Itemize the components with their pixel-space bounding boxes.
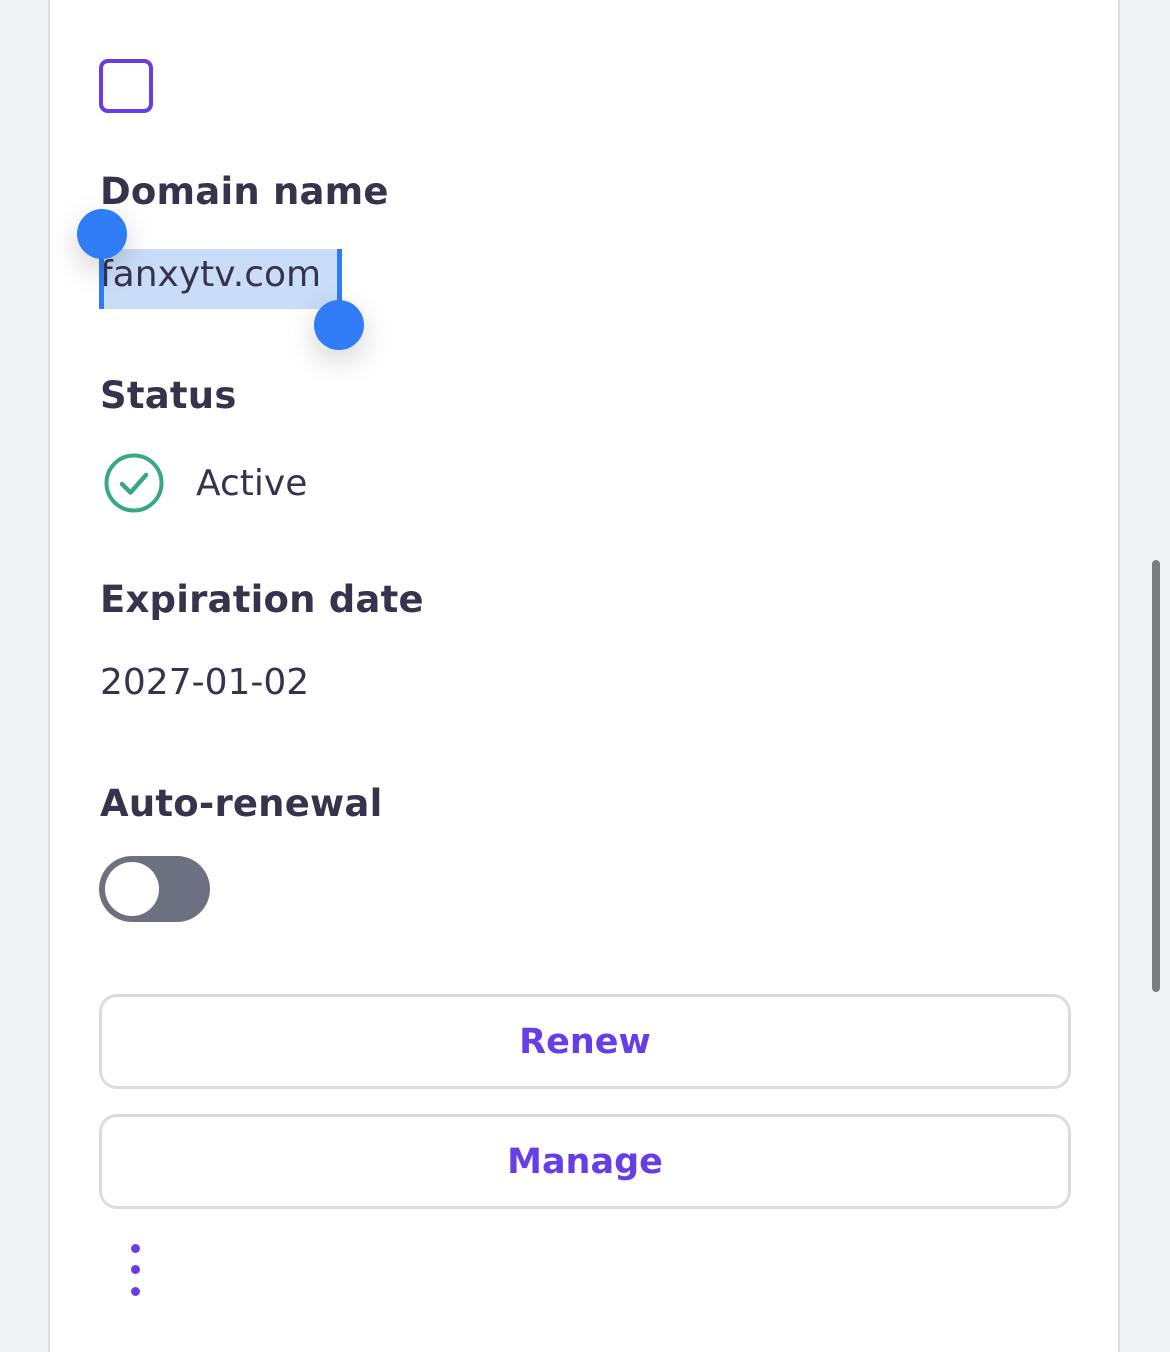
manage-button[interactable]: Manage	[99, 1114, 1071, 1209]
auto-renewal-toggle[interactable]	[99, 856, 210, 922]
more-dot	[131, 1287, 140, 1296]
status-indicator: Active	[104, 453, 307, 513]
status-label: Status	[100, 374, 237, 417]
toggle-knob	[105, 862, 159, 916]
page: Domain name fanxytv.com Status Active Ex…	[0, 0, 1170, 1352]
auto-renewal-label: Auto-renewal	[100, 782, 383, 825]
select-domain-checkbox[interactable]	[99, 59, 153, 113]
domain-name-label: Domain name	[100, 170, 389, 213]
status-value: Active	[196, 462, 308, 504]
expiration-date-value: 2027-01-02	[100, 662, 310, 703]
check-circle-icon	[104, 453, 164, 513]
more-vertical-icon[interactable]	[118, 1238, 152, 1304]
more-dot	[131, 1244, 140, 1253]
domain-name-value[interactable]: fanxytv.com	[100, 254, 321, 295]
more-dot	[131, 1265, 140, 1274]
selection-start-handle[interactable]	[77, 209, 127, 259]
renew-button[interactable]: Renew	[99, 994, 1071, 1089]
expiration-date-label: Expiration date	[100, 578, 424, 621]
selection-end-handle[interactable]	[314, 300, 364, 350]
vertical-scrollbar[interactable]	[1152, 560, 1160, 992]
